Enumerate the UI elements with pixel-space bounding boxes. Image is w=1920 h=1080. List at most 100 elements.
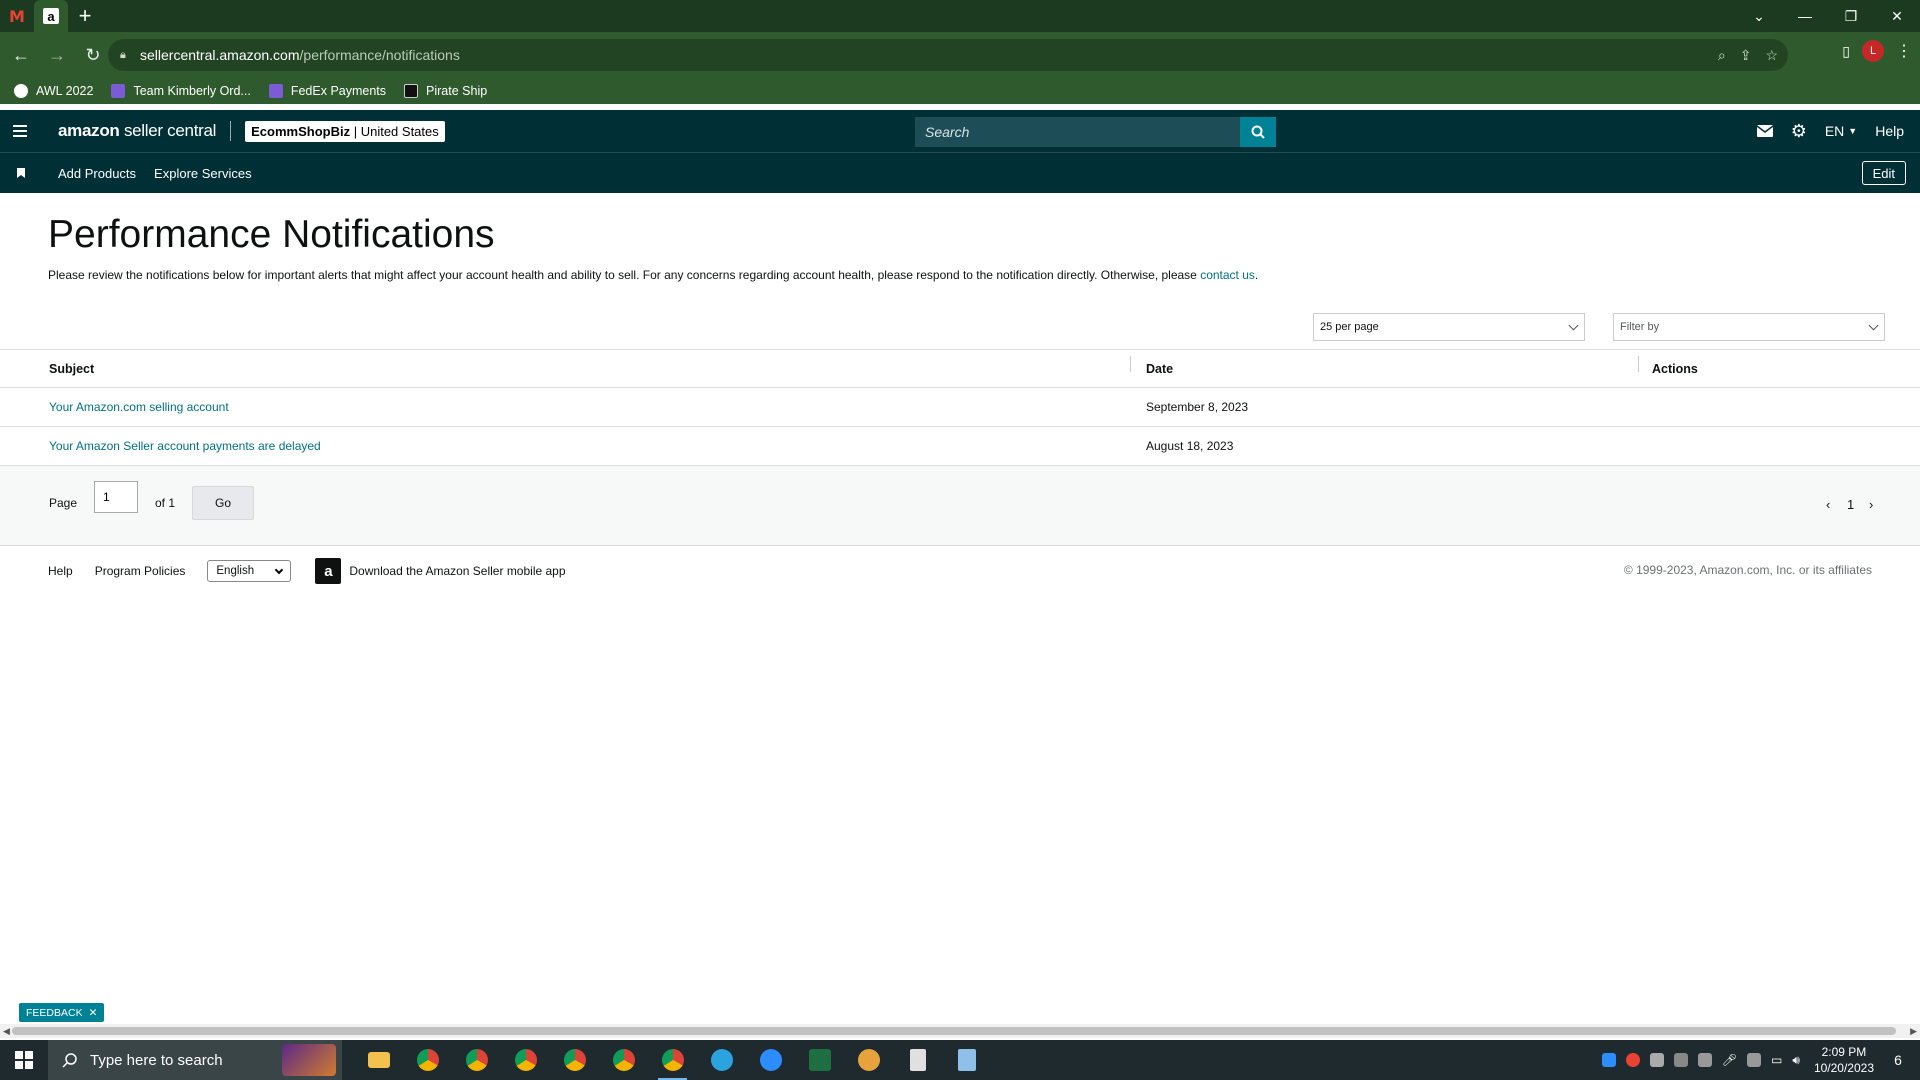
bookmark-awl[interactable]: AWL 2022 — [14, 84, 93, 98]
notifications-table: Subject Date Actions Your Amazon.com sel… — [0, 349, 1920, 466]
download-app-link[interactable]: Download the Amazon Seller mobile app — [349, 564, 565, 578]
chrome-profile-o-icon[interactable] — [550, 1040, 599, 1080]
seller-central-header: amazon seller central EcommShopBiz | Uni… — [0, 110, 1920, 152]
column-header-subject[interactable]: Subject — [0, 362, 1130, 376]
search-input[interactable] — [915, 117, 1240, 147]
mail-icon[interactable] — [1756, 125, 1773, 137]
seller-app-icon[interactable]: a — [315, 558, 342, 584]
chrome-profile-d-icon[interactable] — [452, 1040, 501, 1080]
seller-central-logo[interactable]: amazon seller central — [58, 121, 216, 141]
new-tab-button[interactable]: + — [68, 0, 102, 32]
volume-icon[interactable]: 🔊︎ — [1792, 1053, 1800, 1068]
notification-subject-link[interactable]: Your Amazon Seller account payments are … — [49, 439, 321, 453]
notification-subject-link[interactable]: Your Amazon.com selling account — [49, 400, 229, 414]
bookmark-team-kimberly[interactable]: Team Kimberly Ord... — [111, 84, 251, 98]
star-icon[interactable]: ☆ — [1765, 47, 1778, 64]
gmail-tab[interactable]: M — [0, 0, 34, 32]
current-page-number[interactable]: 1 — [1847, 497, 1854, 512]
add-products-link[interactable]: Add Products — [58, 166, 136, 181]
contact-us-link[interactable]: contact us — [1200, 268, 1255, 282]
notification-center-icon[interactable]: 6 — [1884, 1040, 1912, 1080]
store-switcher[interactable]: EcommShopBiz | United States — [245, 120, 445, 142]
profile-avatar[interactable]: L — [1862, 40, 1884, 62]
zoom-icon[interactable]: ⌕ — [1718, 47, 1726, 64]
excel-icon[interactable] — [795, 1040, 844, 1080]
browser-tab-bar: M a + ⌄ — ❐ ✕ — [0, 0, 1920, 32]
per-page-select[interactable]: 25 per page — [1313, 313, 1585, 341]
scroll-left-icon[interactable]: ◀ — [3, 1026, 10, 1037]
hamburger-menu-icon[interactable] — [0, 125, 40, 137]
taskbar-search-placeholder: Type here to search — [90, 1051, 223, 1069]
back-icon[interactable]: ← — [6, 40, 36, 70]
next-page-icon[interactable]: › — [1869, 497, 1873, 512]
taskbar-search[interactable]: Type here to search — [48, 1040, 342, 1080]
meet-icon[interactable] — [1747, 1053, 1762, 1067]
gear-icon[interactable]: ⚙ — [1791, 121, 1807, 142]
page-footer: Help Program Policies English a Download… — [48, 558, 566, 584]
page-number-input[interactable] — [94, 481, 138, 513]
close-icon[interactable]: ✕ — [1874, 0, 1920, 32]
minimize-icon[interactable]: — — [1782, 0, 1828, 32]
url-bar[interactable]: 🔒︎ sellercentral.amazon.com/performance/… — [108, 39, 1788, 71]
onedrive-icon[interactable] — [1673, 1053, 1688, 1067]
program-policies-link[interactable]: Program Policies — [95, 564, 186, 578]
taskbar-apps — [354, 1040, 991, 1080]
bookmark-icon[interactable] — [0, 168, 58, 178]
system-tray: 🎤︎ ▭ 🔊︎ 2:09 PM 10/20/2023 6 — [1601, 1040, 1920, 1080]
bookmark-pirate-ship[interactable]: Pirate Ship — [404, 84, 487, 98]
go-button[interactable]: Go — [192, 486, 254, 520]
table-row: Your Amazon.com selling account Septembe… — [0, 388, 1920, 427]
search-button[interactable] — [1240, 117, 1276, 147]
notepad-icon[interactable] — [942, 1040, 991, 1080]
globe-icon — [14, 84, 28, 98]
restore-icon[interactable]: ❐ — [1828, 0, 1874, 32]
feedback-button[interactable]: FEEDBACK ✕ — [19, 1003, 105, 1022]
search-box — [915, 117, 1276, 147]
zoom-z-icon[interactable] — [746, 1040, 795, 1080]
clock[interactable]: 2:09 PM 10/20/2023 — [1814, 1044, 1874, 1076]
reload-icon[interactable]: ↻ — [78, 40, 108, 70]
page-title: Performance Notifications — [48, 213, 495, 256]
explore-services-link[interactable]: Explore Services — [154, 166, 252, 181]
language-selector[interactable]: EN ▼ — [1825, 123, 1857, 139]
chrome-profile-m-icon[interactable] — [403, 1040, 452, 1080]
amazon-tab[interactable]: a — [34, 0, 68, 32]
share-icon[interactable]: ⇪ — [1740, 47, 1752, 64]
forward-icon[interactable]: → — [42, 40, 72, 70]
edit-button[interactable]: Edit — [1861, 161, 1906, 185]
side-panel-icon[interactable]: ▯ — [1842, 43, 1850, 60]
bookmark-fedex[interactable]: FedEx Payments — [268, 84, 386, 98]
scroll-right-icon[interactable]: ▶ — [1910, 1026, 1917, 1037]
scrollbar-thumb[interactable] — [12, 1027, 1896, 1035]
tray-app-icon[interactable] — [1697, 1053, 1712, 1067]
calculator-icon[interactable] — [893, 1040, 942, 1080]
app-orange-icon[interactable] — [844, 1040, 893, 1080]
clock-time: 2:09 PM — [1821, 1045, 1867, 1059]
file-explorer-icon[interactable] — [354, 1040, 403, 1080]
footer-help-link[interactable]: Help — [48, 564, 73, 578]
amazon-icon: a — [43, 8, 59, 24]
printer-icon[interactable] — [1649, 1053, 1664, 1067]
zoom-tray-icon[interactable] — [1601, 1053, 1616, 1067]
microphone-icon[interactable]: 🎤︎ — [1722, 1053, 1737, 1067]
start-button[interactable] — [0, 1040, 48, 1080]
filter-value: Filter by — [1620, 321, 1660, 333]
chrome-icon[interactable] — [599, 1040, 648, 1080]
windows-icon — [15, 1051, 33, 1069]
windows-taskbar: Type here to search 🎤︎ ▭ 🔊︎ 2:09 PM 10/2… — [0, 1040, 1920, 1080]
filter-select[interactable]: Filter by — [1613, 313, 1885, 341]
help-link[interactable]: Help — [1875, 123, 1904, 139]
horizontal-scrollbar[interactable]: ◀ ▶ — [0, 1024, 1920, 1038]
footer-language-select[interactable]: English — [207, 560, 292, 582]
tab-search-icon[interactable]: ⌄ — [1736, 0, 1782, 32]
chrome-profile-l-icon[interactable] — [648, 1040, 697, 1080]
prev-page-icon[interactable]: ‹ — [1826, 497, 1830, 512]
language-code: EN — [1824, 123, 1845, 139]
chrome-tray-icon[interactable] — [1625, 1053, 1640, 1067]
browser-menu-icon[interactable]: ⋮ — [1896, 41, 1912, 61]
chrome-profile-e-icon[interactable] — [501, 1040, 550, 1080]
close-icon[interactable]: ✕ — [89, 1007, 98, 1019]
telegram-icon[interactable] — [697, 1040, 746, 1080]
network-icon[interactable]: ▭ — [1771, 1053, 1782, 1067]
column-header-date[interactable]: Date — [1130, 355, 1638, 376]
